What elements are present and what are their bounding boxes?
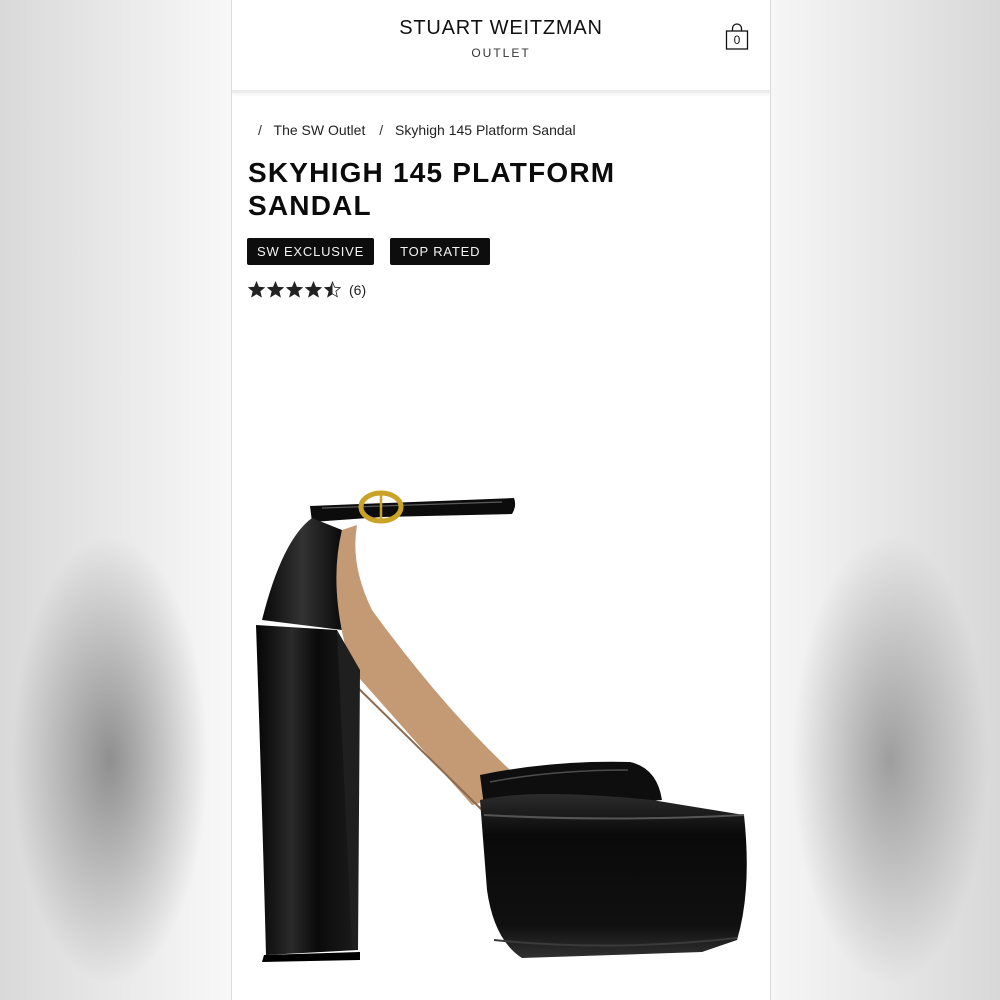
product-image[interactable] — [232, 470, 770, 1000]
mobile-page: STUART WEITZMAN OUTLET 0 / The SW Outlet… — [232, 0, 770, 1000]
breadcrumb-separator: / — [379, 122, 384, 138]
breadcrumb-separator: / — [258, 122, 262, 138]
rating-stars — [248, 281, 341, 298]
shopping-bag-button[interactable]: 0 — [724, 22, 750, 52]
exclusive-badge: SW EXCLUSIVE — [247, 238, 375, 265]
brand-sublabel: OUTLET — [471, 46, 531, 60]
star-half-icon — [324, 281, 341, 298]
breadcrumb: / The SW Outlet / Skyhigh 145 Platform S… — [256, 122, 576, 138]
site-header: STUART WEITZMAN OUTLET 0 — [232, 0, 770, 93]
star-full-icon — [267, 281, 284, 298]
product-rating[interactable]: (6) — [248, 281, 366, 298]
brand-logo[interactable]: STUART WEITZMAN — [232, 17, 770, 40]
top-rated-badge: TOP RATED — [390, 238, 491, 265]
bag-count: 0 — [733, 33, 741, 47]
review-count[interactable]: (6) — [349, 282, 366, 298]
product-badges: SW EXCLUSIVE TOP RATED — [247, 238, 491, 265]
star-full-icon — [286, 281, 303, 298]
product-title: SKYHIGH 145 PLATFORM SANDAL — [248, 157, 616, 221]
star-full-icon — [305, 281, 322, 298]
breadcrumb-link-outlet[interactable]: The SW Outlet — [274, 122, 366, 138]
breadcrumb-current: Skyhigh 145 Platform Sandal — [395, 122, 576, 138]
star-full-icon — [248, 281, 265, 298]
